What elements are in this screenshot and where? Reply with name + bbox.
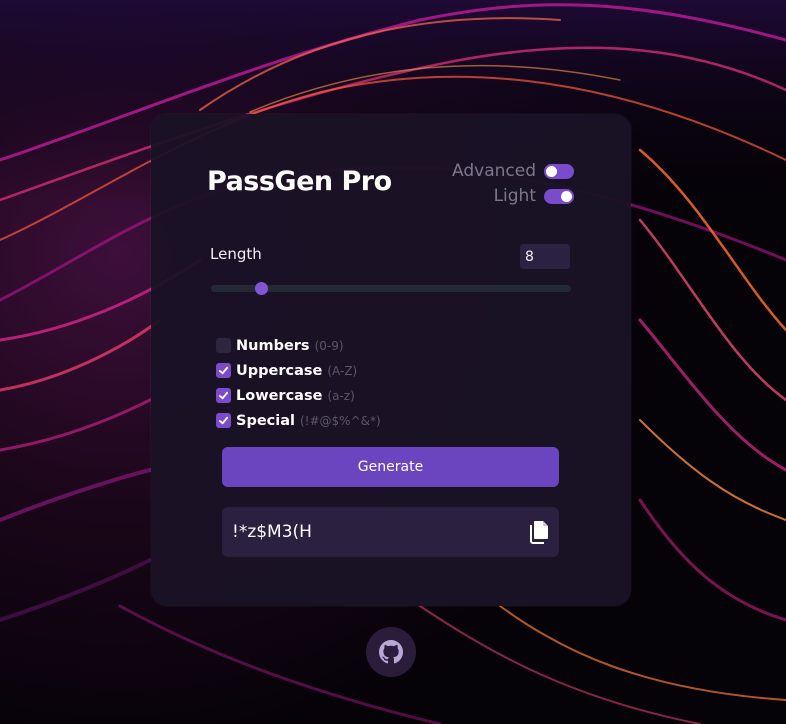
copy-icon[interactable] [529,520,549,544]
light-toggle-label: Light [493,186,536,206]
character-options: Numbers (0-9) Uppercase (A-Z) Lowercase … [216,333,381,433]
option-hint: (!#@$%^&*) [299,413,381,428]
uppercase-checkbox[interactable] [216,363,231,378]
lowercase-checkbox[interactable] [216,388,231,403]
password-text: !*z$M3(H [232,522,312,542]
numbers-checkbox[interactable] [216,338,231,353]
option-label: Lowercase [236,387,323,404]
advanced-toggle-label: Advanced [452,161,536,181]
option-label: Uppercase [236,362,323,379]
light-toggle[interactable] [544,188,574,204]
option-hint: (0-9) [314,338,344,353]
option-numbers: Numbers (0-9) [216,333,381,358]
option-hint: (A-Z) [327,363,358,378]
github-link[interactable] [366,627,416,677]
length-input[interactable] [520,244,570,269]
slider-thumb[interactable] [255,282,269,295]
option-label: Numbers [236,337,310,354]
option-label: Special [236,412,295,429]
toggle-knob [561,190,572,202]
special-checkbox[interactable] [216,413,231,428]
toggle-knob [546,165,557,177]
advanced-toggle[interactable] [544,163,574,179]
github-icon [379,640,403,664]
generate-button[interactable]: Generate [222,447,559,487]
length-label: Length [210,245,262,263]
option-lowercase: Lowercase (a-z) [216,383,381,408]
password-output: !*z$M3(H [222,507,559,557]
advanced-toggle-row: Advanced [452,161,574,181]
option-uppercase: Uppercase (A-Z) [216,358,381,383]
length-slider[interactable] [211,282,571,295]
app-title: PassGen Pro [207,166,392,197]
option-special: Special (!#@$%^&*) [216,408,381,433]
option-hint: (a-z) [327,388,355,403]
generator-card: PassGen Pro Advanced Light Length Number… [151,114,631,606]
light-toggle-row: Light [494,186,574,206]
